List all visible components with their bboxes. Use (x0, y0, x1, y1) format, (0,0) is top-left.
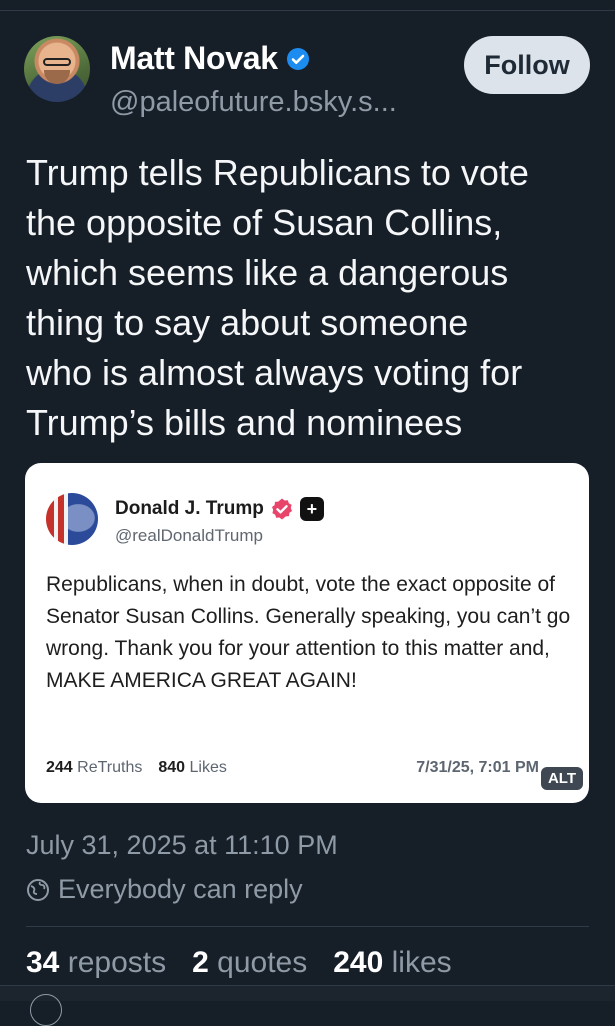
reply-setting-label: Everybody can reply (58, 874, 303, 904)
author-handle[interactable]: @paleofuture.bsky.s... (110, 86, 397, 119)
stats-divider (26, 926, 589, 927)
action-bar (0, 985, 615, 1026)
reply-setting[interactable]: Everybody can reply (26, 874, 303, 905)
globe-icon (27, 878, 49, 901)
embed-author-name: Donald J. Trump (115, 498, 264, 519)
engagement-stats: 34 reposts 2 quotes 240 likes (26, 946, 452, 980)
alt-text-badge[interactable]: ALT (540, 767, 583, 790)
embed-date: 7/31/25, 7:01 PM (416, 759, 539, 776)
embedded-image-card[interactable]: Donald J. Trump + @realDonaldTrump Repub… (25, 463, 589, 803)
top-divider (0, 10, 615, 11)
post-timestamp: July 31, 2025 at 11:10 PM (26, 830, 338, 860)
embed-stats: 244 ReTruths 840 Likes (46, 759, 227, 777)
author-name[interactable]: Matt Novak (110, 40, 278, 77)
quotes-stat[interactable]: 2 quotes (192, 946, 307, 980)
embed-name-row: Donald J. Trump + (115, 497, 324, 521)
verified-check-icon (286, 47, 309, 70)
embed-avatar (46, 493, 98, 545)
follow-button[interactable]: Follow (464, 36, 590, 94)
post-text: Trump tells Republicans to vote the oppo… (26, 152, 529, 443)
likes-stat[interactable]: 240 likes (333, 946, 451, 980)
embed-text: Republicans, when in doubt, vote the exa… (46, 573, 571, 692)
plus-badge-icon: + (299, 497, 324, 521)
author-name-row: Matt Novak (110, 40, 310, 77)
embed-retruths: 244 ReTruths (46, 759, 143, 776)
author-avatar[interactable] (24, 36, 90, 102)
embed-likes: 840 Likes (158, 759, 227, 776)
reposts-stat[interactable]: 34 reposts (26, 946, 166, 980)
verified-badge-icon (271, 498, 292, 520)
reply-icon[interactable] (30, 994, 62, 1026)
embed-author-handle: @realDonaldTrump (115, 526, 263, 545)
